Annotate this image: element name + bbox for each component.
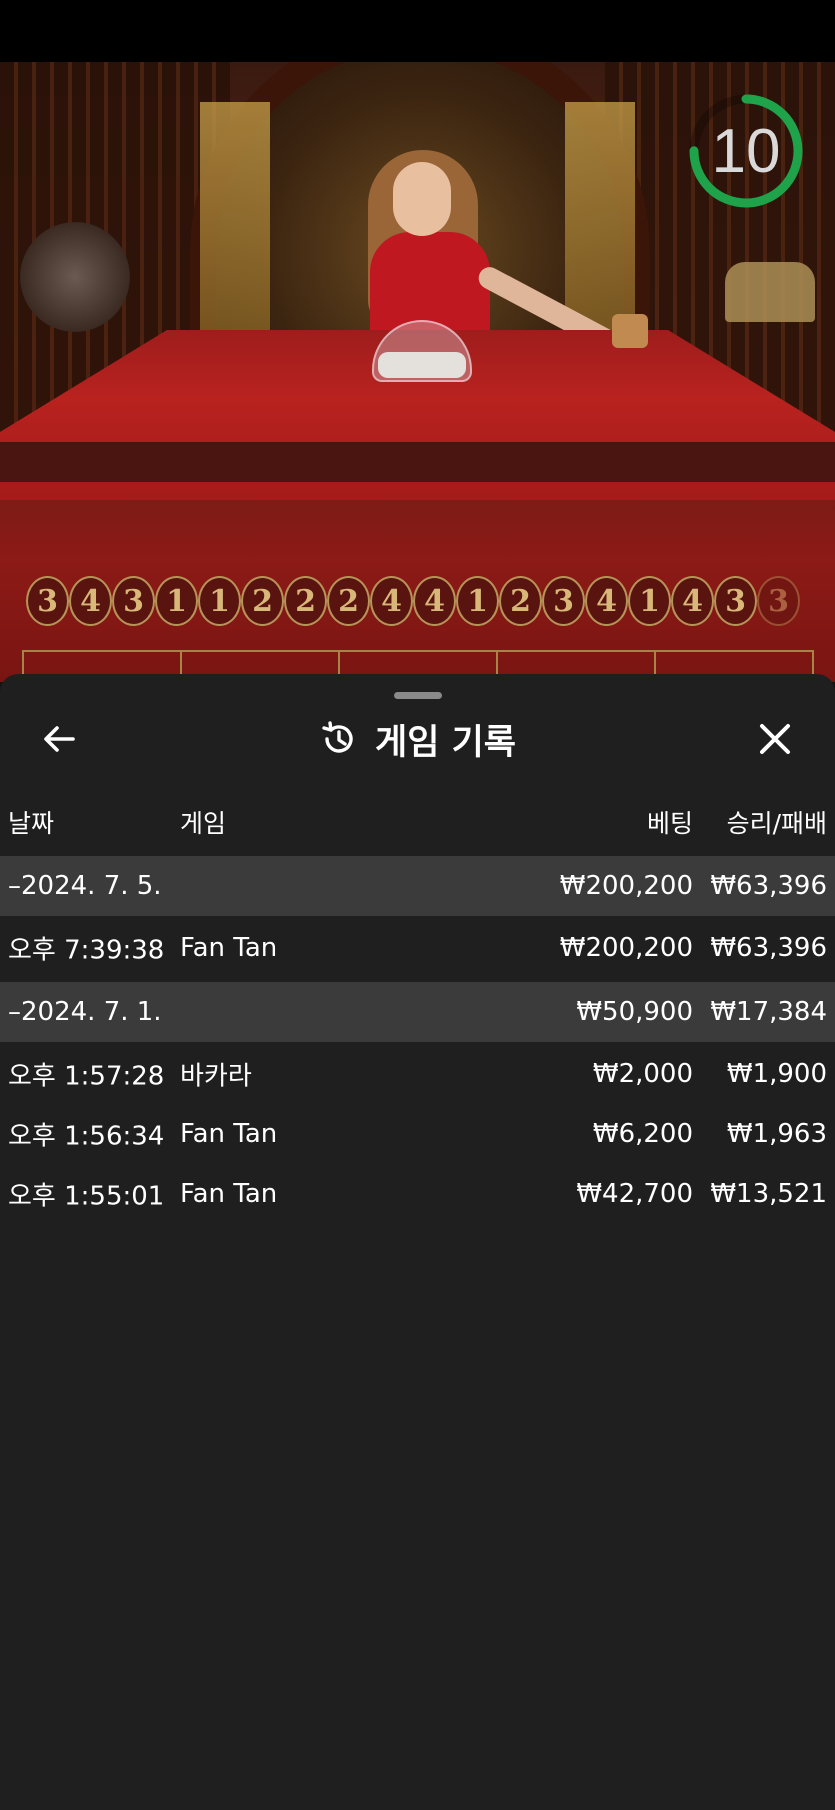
result-bead: 3 — [26, 576, 69, 626]
gold-panel-right — [565, 102, 635, 342]
cell-date: 오후 7:39:38 — [8, 935, 165, 966]
col-game-header: 게임 — [180, 809, 227, 838]
cell-game: Fan Tan — [180, 1179, 278, 1209]
brass-cup — [612, 314, 648, 348]
gold-panel-left — [200, 102, 270, 342]
cell-bet: ₩50,900 — [576, 997, 693, 1027]
sheet-title: 게임 기록 — [375, 722, 516, 763]
result-bead: 4 — [413, 576, 456, 626]
result-bead: 2 — [241, 576, 284, 626]
col-bet-header: 베팅 — [646, 809, 693, 838]
table-row[interactable]: –2024. 7. 1. ₩50,900 ₩17,384 — [0, 982, 835, 1042]
sheet-drag-handle[interactable] — [394, 692, 442, 699]
title-group: 게임 기록 — [0, 704, 835, 774]
cell-game: Fan Tan — [180, 933, 278, 963]
result-bead: 1 — [628, 576, 671, 626]
table-row[interactable]: 오후 1:56:34 Fan Tan ₩6,200 ₩1,963 — [0, 1104, 835, 1164]
dealer-face — [393, 162, 451, 236]
close-button[interactable] — [752, 716, 798, 762]
arrow-left-icon — [44, 726, 75, 752]
result-bead: 2 — [284, 576, 327, 626]
cell-bet: ₩6,200 — [592, 1119, 693, 1149]
cell-bet: ₩2,000 — [592, 1059, 693, 1089]
result-bead: 3 — [112, 576, 155, 626]
cell-date: 오후 1:57:28 — [8, 1061, 165, 1092]
cell-winloss: ₩13,521 — [710, 1179, 827, 1209]
result-bead: 3 — [714, 576, 757, 626]
col-date-header: 날짜 — [8, 809, 55, 838]
status-bar — [0, 0, 835, 62]
table-edge — [0, 442, 835, 482]
cell-date: 오후 1:55:01 — [8, 1181, 165, 1212]
result-bead: 3 — [542, 576, 585, 626]
cell-date: –2024. 7. 1. — [8, 997, 162, 1027]
cell-bet: ₩42,700 — [576, 1179, 693, 1209]
cell-date: 오후 1:56:34 — [8, 1121, 165, 1152]
result-bead: 2 — [499, 576, 542, 626]
result-bead: 2 — [327, 576, 370, 626]
cell-winloss: ₩1,900 — [726, 1059, 827, 1089]
table-header: 날짜 게임 베팅 승리/패배 — [0, 804, 835, 844]
table-row[interactable]: –2024. 7. 5. ₩200,200 ₩63,396 — [0, 856, 835, 916]
dragon-statue — [725, 262, 815, 322]
col-winloss-header: 승리/패배 — [726, 809, 827, 838]
cell-winloss: ₩63,396 — [710, 871, 827, 901]
timer-value: 10 — [711, 116, 781, 186]
result-bead: 4 — [69, 576, 112, 626]
result-bead: 4 — [370, 576, 413, 626]
result-bead: 4 — [671, 576, 714, 626]
game-history-sheet: 게임 기록 날짜 게임 베팅 승리/패배 –2024. 7. 5. ₩200,2… — [0, 674, 835, 1810]
sheet-header: 게임 기록 — [0, 704, 835, 774]
cell-game: 바카라 — [180, 1061, 252, 1092]
back-button[interactable] — [36, 716, 82, 762]
result-bead: 4 — [585, 576, 628, 626]
cell-bet: ₩200,200 — [559, 933, 693, 963]
cell-date: –2024. 7. 5. — [8, 871, 162, 901]
table-row[interactable]: 오후 7:39:38 Fan Tan ₩200,200 ₩63,396 — [0, 918, 835, 978]
result-bead: 1 — [456, 576, 499, 626]
bonsai-decoration — [20, 222, 130, 332]
close-icon — [760, 724, 790, 754]
result-bead: 1 — [155, 576, 198, 626]
table-row[interactable]: 오후 1:57:28 바카라 ₩2,000 ₩1,900 — [0, 1044, 835, 1104]
result-history-beads: 343112224412341433 — [26, 576, 800, 626]
table-row[interactable]: 오후 1:55:01 Fan Tan ₩42,700 ₩13,521 — [0, 1164, 835, 1224]
result-bead: 3 — [757, 576, 800, 626]
countdown-timer: 10 — [687, 92, 805, 210]
cell-winloss: ₩63,396 — [710, 933, 827, 963]
cell-winloss: ₩1,963 — [726, 1119, 827, 1149]
history-icon — [319, 719, 359, 759]
result-bead: 1 — [198, 576, 241, 626]
cell-winloss: ₩17,384 — [710, 997, 827, 1027]
cell-game: Fan Tan — [180, 1119, 278, 1149]
cell-bet: ₩200,200 — [559, 871, 693, 901]
